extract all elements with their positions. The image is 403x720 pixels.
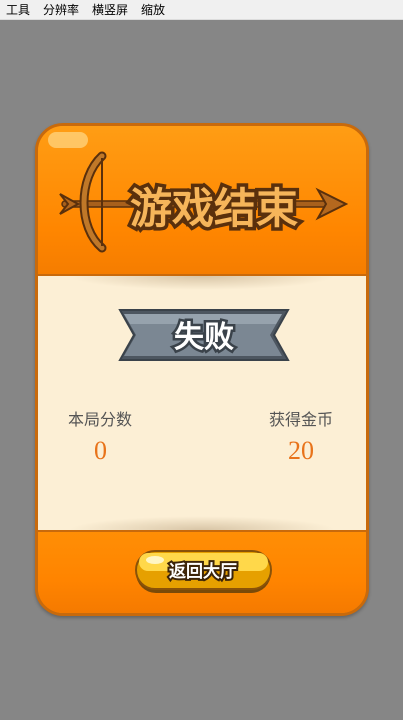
menu-bar: 工具 分辨率 横竖屏 缩放	[0, 0, 403, 20]
coins-label: 获得金币	[269, 412, 334, 429]
coins-value: 20	[288, 436, 314, 465]
score-label: 本局分数	[68, 412, 133, 429]
return-button-label: 返回大厅	[169, 561, 237, 582]
score-value: 0	[94, 436, 107, 465]
menu-item-orientation[interactable]: 横竖屏	[86, 0, 135, 20]
return-button-graphic: 返回大厅 返回大厅	[135, 550, 272, 593]
title-text: 游戏结束	[130, 184, 298, 233]
menu-item-tools[interactable]: 工具	[0, 0, 37, 20]
game-over-dialog: 游戏结束 游戏结束 失败 失败 本局分数 0 获得金币 20 返回大厅 返回大厅	[35, 123, 369, 616]
result-text: 失败	[174, 320, 234, 355]
game-over-title: 游戏结束 游戏结束	[59, 151, 348, 253]
result-ribbon: 失败 失败	[118, 309, 290, 361]
menu-item-zoom[interactable]: 缩放	[135, 0, 172, 20]
menu-item-resolution[interactable]: 分辨率	[37, 0, 86, 20]
header-gloss	[48, 132, 88, 148]
return-to-lobby-button[interactable]: 返回大厅 返回大厅	[135, 550, 272, 594]
